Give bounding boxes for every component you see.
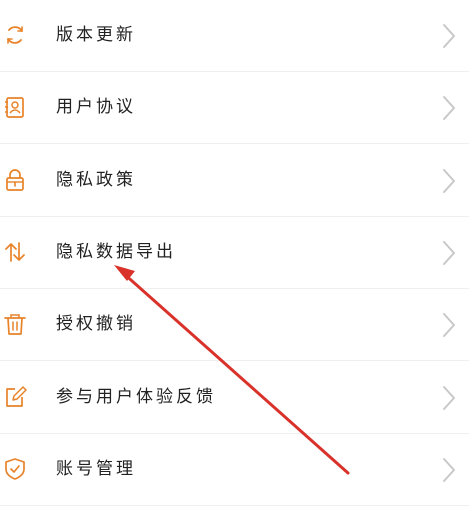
export-arrows-icon [2,239,28,265]
menu-item-label: 授权撤销 [56,314,136,335]
chevron-right-icon [441,94,457,122]
chevron-right-icon [441,22,457,50]
chevron-right-icon [441,384,457,412]
menu-item-privacy-data-export[interactable]: 隐私数据导出 [0,217,469,289]
shield-check-icon [2,456,28,482]
menu-item-label: 隐私政策 [56,169,136,190]
chevron-right-icon [441,167,457,195]
menu-item-version-update[interactable]: 版本更新 [0,0,469,72]
chevron-right-icon [441,456,457,484]
refresh-icon [2,22,28,48]
chevron-right-icon [441,239,457,267]
menu-item-label: 版本更新 [56,25,136,45]
chevron-right-icon [441,311,457,339]
menu-item-account-management[interactable]: 账号管理 [0,434,469,506]
menu-item-label: 账号管理 [56,458,136,479]
menu-item-privacy-policy[interactable]: 隐私政策 [0,145,469,217]
contact-book-icon [2,94,28,120]
trash-icon [2,311,28,337]
lock-icon [2,167,28,193]
menu-item-label: 参与用户体验反馈 [56,386,216,407]
menu-item-revoke-authorization[interactable]: 授权撤销 [0,289,469,362]
menu-item-user-experience-feedback[interactable]: 参与用户体验反馈 [0,362,469,434]
menu-item-label: 隐私数据导出 [56,241,176,262]
edit-icon [2,384,28,410]
menu-item-user-agreement[interactable]: 用户协议 [0,72,469,145]
menu-item-label: 用户协议 [56,97,136,118]
